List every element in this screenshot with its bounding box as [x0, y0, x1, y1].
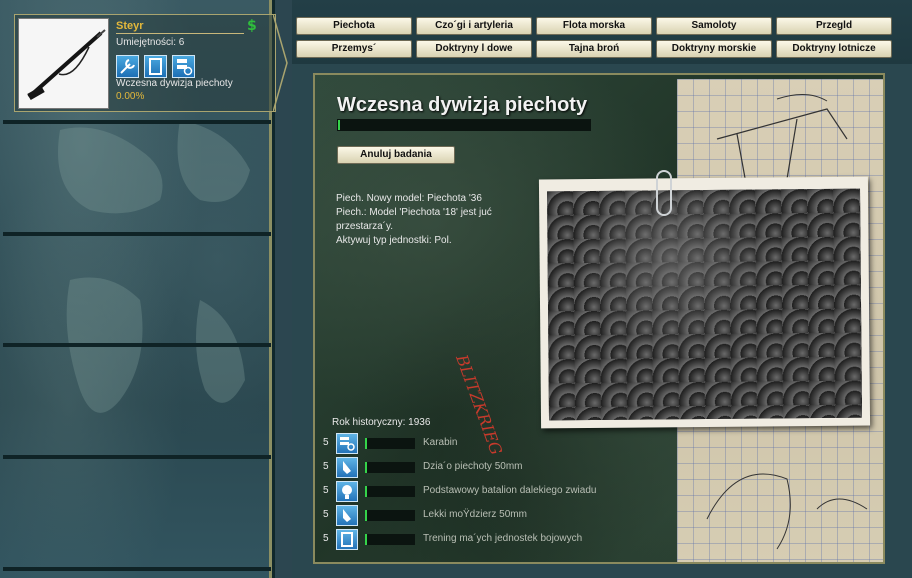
- component-difficulty: 5: [323, 437, 329, 448]
- tech-slot-divider: [3, 232, 271, 236]
- tab-aircraft[interactable]: Samoloty: [656, 17, 772, 35]
- tab-air-doctrines[interactable]: Doktryny lotnicze: [776, 40, 892, 58]
- tech-slot-divider: [3, 120, 271, 124]
- book-icon[interactable]: [144, 55, 167, 78]
- component-row[interactable]: 5 Dzia´o piechoty 50mm: [323, 457, 643, 479]
- component-progress-fill: [365, 534, 367, 545]
- book-icon: [336, 529, 358, 550]
- component-difficulty: 5: [323, 485, 329, 496]
- cancel-research-button[interactable]: Anuluj badania: [337, 146, 455, 164]
- historical-photo: [538, 176, 871, 429]
- paperclip-icon: [656, 170, 672, 216]
- project-title: Wczesna dywizja piechoty: [337, 94, 588, 116]
- component-row[interactable]: 5 Karabin: [323, 433, 643, 455]
- component-progress-bar: [365, 438, 415, 449]
- skill-level: Umiejętności: 6: [116, 37, 185, 48]
- component-progress-bar: [365, 510, 415, 521]
- component-row[interactable]: 5 Podstawowy batalion dalekiego zwiadu: [323, 481, 643, 503]
- tech-slot-divider: [3, 455, 271, 459]
- current-project-name: Wczesna dywizja piechoty: [116, 78, 233, 89]
- component-progress-bar: [365, 534, 415, 545]
- tab-infantry[interactable]: Piechota: [296, 17, 412, 35]
- component-difficulty: 5: [323, 461, 329, 472]
- marching-soldiers-image: [547, 188, 863, 421]
- component-progress-bar: [365, 462, 415, 473]
- effect-line: Piech. Nowy model: Piechota '36: [336, 193, 482, 204]
- name-underline: [116, 33, 244, 34]
- component-label: Podstawowy batalion dalekiego zwiadu: [423, 485, 597, 496]
- component-label: Dzia´o piechoty 50mm: [423, 461, 523, 472]
- tab-naval[interactable]: Flota morska: [536, 17, 652, 35]
- lightbulb-icon: [336, 481, 358, 502]
- tab-industry[interactable]: Przemys´: [296, 40, 412, 58]
- database-icon: [336, 433, 358, 454]
- component-progress-bar: [365, 486, 415, 497]
- card-pointer-arrow: [273, 14, 288, 112]
- database-icon[interactable]: [172, 55, 195, 78]
- tab-secret-weapons[interactable]: Tajna broń: [536, 40, 652, 58]
- component-progress-fill: [365, 438, 367, 449]
- progress-fill: [338, 120, 340, 130]
- tech-slot-divider: [3, 567, 271, 571]
- project-effects: Piech. Nowy model: Piechota '36 Piech.: …: [336, 192, 516, 248]
- dollar-icon[interactable]: $: [247, 18, 257, 34]
- project-progress-bar: [337, 119, 591, 131]
- component-progress-fill: [365, 462, 367, 473]
- tech-team-name: Steyr: [116, 20, 144, 32]
- tab-naval-doctrines[interactable]: Doktryny morskie: [656, 40, 772, 58]
- tab-armor-artillery[interactable]: Czo´gi i artyleria: [416, 17, 532, 35]
- tab-overview[interactable]: Przegld: [776, 17, 892, 35]
- component-difficulty: 5: [323, 533, 329, 544]
- component-row[interactable]: 5 Lekki moŸdzierz 50mm: [323, 505, 643, 527]
- effect-line: przestarza´y.: [336, 221, 394, 232]
- rifle-image: [18, 18, 109, 109]
- flask-icon: [336, 457, 358, 478]
- component-difficulty: 5: [323, 509, 329, 520]
- historical-year: Rok historyczny: 1936: [332, 417, 431, 428]
- wrench-icon[interactable]: [116, 55, 139, 78]
- component-label: Karabin: [423, 437, 458, 448]
- effect-line: Piech.: Model 'Piechota '18' jest juć: [336, 207, 492, 218]
- component-progress-fill: [365, 486, 367, 497]
- component-progress-fill: [365, 510, 367, 521]
- tab-land-doctrines[interactable]: Doktryny l dowe: [416, 40, 532, 58]
- component-row[interactable]: 5 Trening ma´ych jednostek bojowych: [323, 529, 643, 551]
- flask-icon: [336, 505, 358, 526]
- effect-line: Aktywuj typ jednostki: Pol.: [336, 235, 452, 246]
- current-project-progress: 0.00%: [116, 91, 145, 102]
- component-label: Trening ma´ych jednostek bojowych: [423, 533, 583, 544]
- tech-slot-divider: [3, 343, 271, 347]
- component-label: Lekki moŸdzierz 50mm: [423, 509, 527, 520]
